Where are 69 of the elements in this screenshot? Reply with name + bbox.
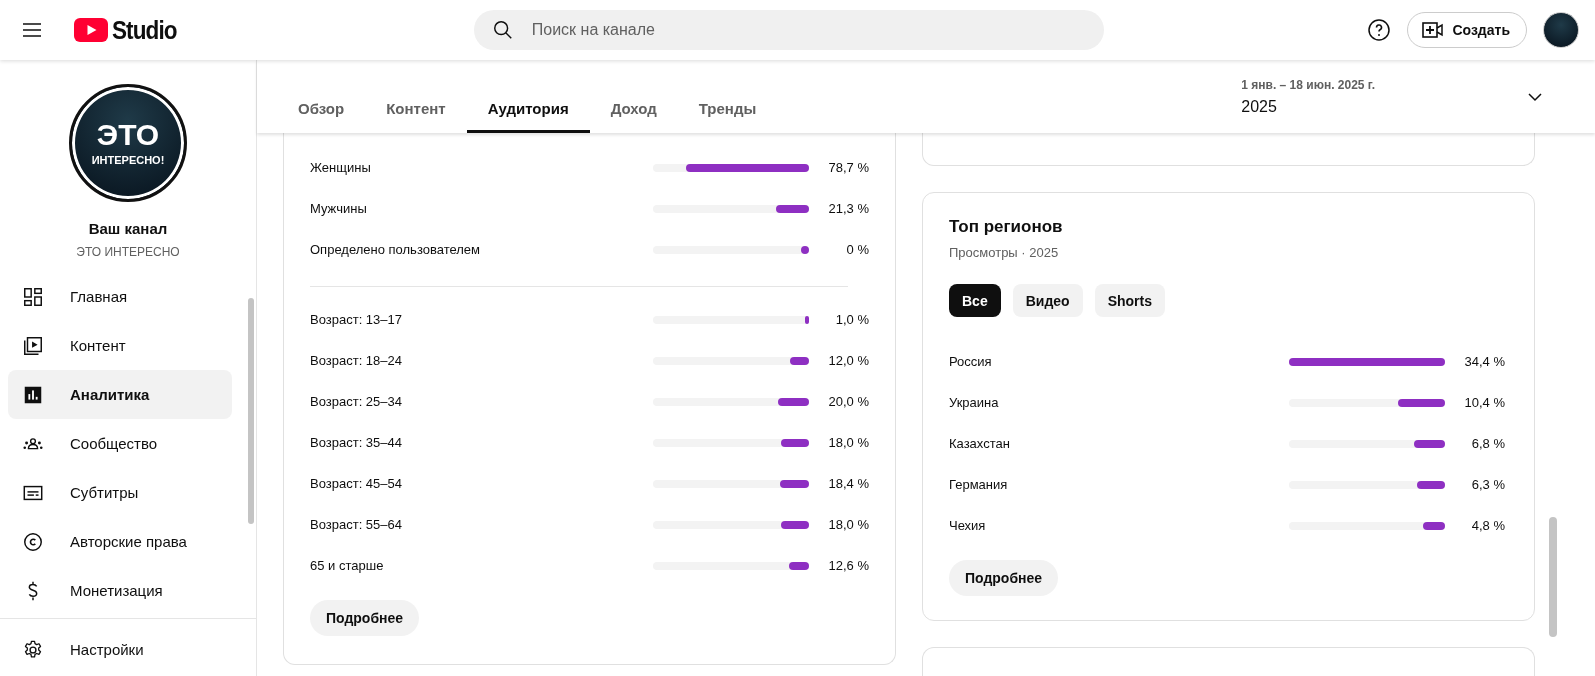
video-plus-icon — [1422, 21, 1445, 39]
percentage-value: 20,0 % — [827, 394, 869, 409]
sidebar-item[interactable]: Настройки — [8, 625, 232, 674]
avatar-text: ИНТЕРЕСНО! — [91, 154, 165, 166]
percentage-value: 1,0 % — [834, 312, 869, 327]
row-label: Возраст: 55–64 — [310, 517, 403, 532]
row-label: Возраст: 18–24 — [310, 353, 403, 368]
row-label: Казахстан — [949, 436, 1011, 451]
tab[interactable]: Контент — [365, 87, 467, 133]
percentage-value: 18,0 % — [827, 517, 869, 532]
row-label: Женщины — [310, 160, 372, 175]
row-label: Возраст: 13–17 — [310, 312, 403, 327]
percentage-value: 10,4 % — [1463, 395, 1505, 410]
sidebar-item[interactable]: Субтитры — [8, 468, 232, 517]
percentage-value: 21,3 % — [827, 201, 869, 216]
video-list-icon — [22, 334, 44, 357]
filter-chip[interactable]: Все — [949, 284, 1001, 317]
more-button[interactable]: Подробнее — [949, 560, 1059, 596]
row-label: Мужчины — [310, 201, 368, 216]
row-label: Определено пользователем — [310, 242, 481, 257]
row-label: Германия — [949, 477, 1009, 492]
date-range-picker[interactable]: 1 янв. – 18 июн. 2025 г. 2025 — [1221, 60, 1595, 133]
tab[interactable]: Тренды — [677, 87, 778, 133]
create-button[interactable]: Создать — [1407, 12, 1527, 48]
copyright-icon — [22, 530, 44, 553]
percentage-value: 12,0 % — [827, 353, 869, 368]
avatar-text: ЭТО — [96, 120, 160, 150]
search-icon[interactable] — [491, 19, 514, 41]
percentage-value: 12,6 % — [827, 558, 869, 573]
percentage-value: 78,7 % — [827, 160, 869, 175]
sidebar-item[interactable]: Главная — [8, 272, 232, 321]
row-label: Возраст: 45–54 — [310, 476, 403, 491]
tab[interactable]: Доход — [589, 87, 678, 133]
sidebar-item[interactable]: Аналитика — [8, 370, 232, 419]
row-label: Возраст: 35–44 — [310, 435, 403, 450]
percentage-value: 4,8 % — [1470, 518, 1505, 533]
row-label: Чехия — [949, 518, 987, 533]
scrollbar-thumb[interactable] — [1549, 517, 1557, 637]
search-field[interactable]: Поиск на канале — [473, 10, 1104, 50]
sidebar-item[interactable]: Сообщество — [8, 419, 232, 468]
percentage-value: 6,8 % — [1470, 436, 1505, 451]
sidebar-item[interactable]: Монетизация — [8, 566, 232, 615]
sidebar-item[interactable]: Авторские права — [8, 517, 232, 566]
play-logo-icon[interactable] — [74, 18, 108, 42]
channel-name: ЭТО ИНТЕРЕСНО — [76, 245, 180, 259]
help-icon[interactable] — [1367, 18, 1392, 42]
card-title: Топ регионов — [949, 217, 1064, 237]
filter-chip[interactable]: Shorts — [1094, 284, 1165, 317]
row-label: Возраст: 25–34 — [310, 394, 403, 409]
channel-title: Ваш канал — [88, 220, 168, 237]
percentage-value: 6,3 % — [1470, 477, 1505, 492]
card-subtitle: Просмотры · 2025 — [949, 245, 1060, 260]
more-button[interactable]: Подробнее — [310, 600, 420, 636]
filter-chip[interactable]: Видео — [1012, 284, 1083, 317]
percentage-value: 18,4 % — [827, 476, 869, 491]
sidebar-item[interactable]: Контент — [8, 321, 232, 370]
row-label: Украина — [949, 395, 1000, 410]
dashboard-icon — [22, 285, 44, 308]
row-label: 65 и старше — [310, 558, 385, 573]
percentage-value: 18,0 % — [827, 435, 869, 450]
percentage-value: 0 % — [845, 242, 869, 257]
logo-text[interactable]: Studio — [112, 15, 177, 45]
account-avatar[interactable] — [1543, 12, 1579, 48]
channel-avatar[interactable]: ЭТО ИНТЕРЕСНО! — [69, 84, 187, 202]
search-input[interactable]: Поиск на канале — [529, 20, 1086, 40]
scrollbar-thumb[interactable] — [248, 298, 254, 524]
percentage-value: 34,4 % — [1463, 354, 1505, 369]
tab[interactable]: Обзор — [277, 87, 366, 133]
row-label: Россия — [949, 354, 993, 369]
